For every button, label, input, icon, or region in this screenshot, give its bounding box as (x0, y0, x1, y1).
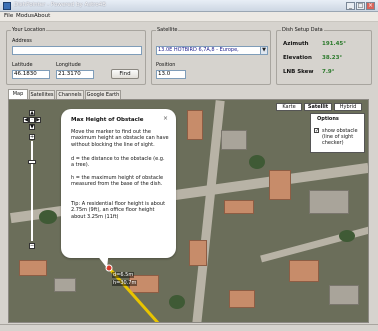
popup-paragraph-tip: Tip: A residential floor height is about… (71, 201, 166, 220)
address-label: Address (12, 38, 32, 44)
location-group: Your Location Address Latitude 46.1830 L… (6, 27, 146, 85)
popup-title: Max Height of Obstacle (71, 117, 144, 123)
location-group-label: Your Location (11, 27, 47, 33)
longitude-input[interactable]: 21.3170 (56, 70, 94, 79)
latitude-label: Latitude (12, 62, 33, 68)
elevation-label: Elevation (283, 55, 312, 61)
popup-paragraph-height: h = the maximum height of obstacle measu… (71, 175, 164, 188)
pan-up-icon[interactable]: ▲ (29, 110, 35, 116)
menu-file[interactable]: File (4, 13, 13, 19)
zoom-in-icon[interactable]: + (29, 134, 35, 140)
tab-channels[interactable]: Channels (56, 90, 84, 99)
satellite-group-label: Satellite (156, 27, 179, 33)
satellite-select[interactable]: 13.0E HOTBIRD 6,7A,8 - Europe, ▼ (156, 46, 268, 55)
azimuth-value: 191.45° (322, 41, 346, 47)
lnb-skew-label: LNB Skew (283, 69, 314, 75)
popup-paragraph-distance: d = the distance to the obstacle (e.g. a… (71, 156, 165, 169)
popup-pointer (93, 250, 109, 268)
find-button[interactable]: Find (111, 69, 139, 79)
address-input[interactable] (12, 46, 142, 55)
pan-right-icon[interactable]: ▶ (35, 117, 41, 123)
status-bar (0, 324, 378, 331)
menu-about[interactable]: About (34, 13, 50, 19)
latitude-input[interactable]: 46.1830 (12, 70, 50, 79)
zoom-slider-handle[interactable] (28, 160, 36, 164)
close-icon[interactable]: × (366, 2, 375, 10)
show-obstacle-checkbox[interactable]: ✓ (314, 128, 319, 134)
close-icon[interactable]: × (163, 115, 168, 122)
satellite-group: Satellite 13.0E HOTBIRD 6,7A,8 - Europe,… (151, 27, 271, 85)
title-bar: DishPointer - Powered by Astro4B _ □ × (0, 0, 378, 12)
tab-satellites[interactable]: Satellites (29, 90, 55, 99)
marker-height-label: h=30.7m (112, 280, 138, 286)
maximize-icon[interactable]: □ (356, 2, 365, 10)
minimize-icon[interactable]: _ (346, 2, 355, 10)
chevron-down-icon[interactable]: ▼ (260, 47, 267, 54)
zoom-slider[interactable] (31, 141, 33, 241)
map-type-karte[interactable]: Karte (276, 103, 302, 111)
marker-distance-label: d=6.5m (112, 272, 135, 278)
elevation-value: 38.23° (322, 55, 343, 61)
satellite-selected: 13.0E HOTBIRD 6,7A,8 - Europe, (158, 47, 239, 53)
show-obstacle-label: show obstacle (line of sight checker) (322, 128, 358, 146)
azimuth-label: Azimuth (283, 41, 309, 47)
dish-setup-group-label: Dish Setup Data (281, 27, 324, 33)
menu-modus[interactable]: Modus (16, 13, 34, 19)
map-type-hybrid[interactable]: Hybrid (334, 103, 362, 111)
lnb-skew-value: 7.9° (322, 69, 335, 75)
tab-map[interactable]: Map (8, 89, 28, 99)
menu-bar: File Modus About (0, 12, 378, 22)
options-title: Options (317, 116, 339, 122)
info-popup: Max Height of Obstacle × Move the marker… (61, 109, 176, 258)
options-panel: Options ✓ show obstacle (line of sight c… (310, 113, 365, 153)
longitude-label: Longitude (56, 62, 81, 68)
tab-google-earth[interactable]: Google Earth (85, 90, 121, 99)
map-view[interactable]: d=6.5m h=30.7m ▲ ◀ · ▶ ▼ + − Karte Satel… (8, 99, 369, 323)
map-type-satellit[interactable]: Satellit (304, 103, 332, 111)
popup-paragraph-intro: Move the marker to find out the maximum … (71, 129, 169, 148)
app-icon (3, 2, 11, 10)
dish-setup-group: Dish Setup Data Azimuth 191.45° Elevatio… (276, 27, 372, 85)
zoom-out-icon[interactable]: − (29, 243, 35, 249)
pan-down-icon[interactable]: ▼ (29, 124, 35, 130)
position-label: Position (156, 62, 176, 68)
window-title: DishPointer - Powered by Astro4B (14, 2, 107, 8)
position-input[interactable]: 13.0 (156, 70, 186, 79)
